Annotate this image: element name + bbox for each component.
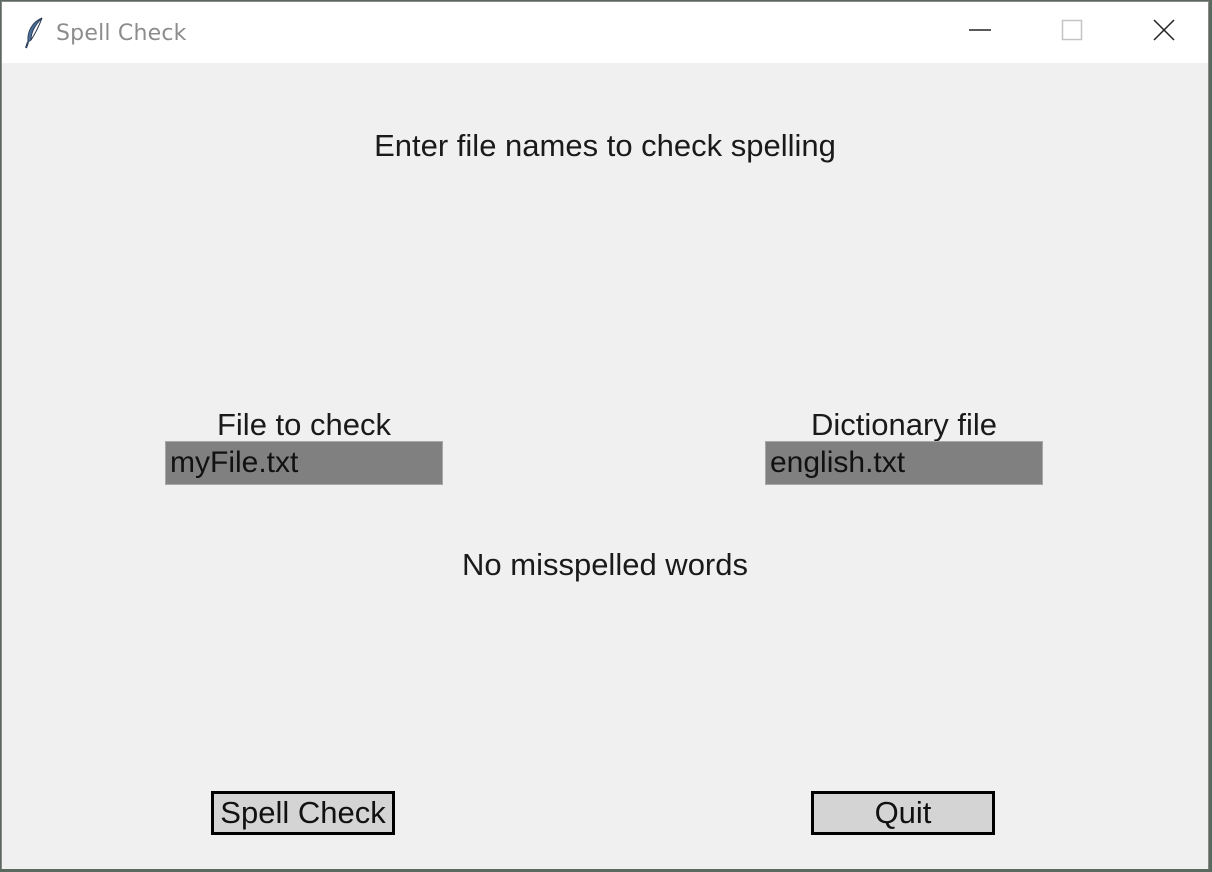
maximize-icon — [1060, 18, 1084, 47]
minimize-icon — [968, 18, 992, 47]
file-to-check-label: File to check — [216, 407, 391, 442]
window-title: Spell Check — [56, 21, 187, 46]
dictionary-file-label: Dictionary file — [810, 407, 998, 442]
minimize-button[interactable] — [934, 2, 1026, 63]
title-bar[interactable]: Spell Check — [2, 2, 1208, 63]
dictionary-file-input[interactable] — [765, 441, 1043, 485]
quit-button[interactable]: Quit — [811, 791, 995, 835]
spell-check-button[interactable]: Spell Check — [211, 791, 395, 835]
close-icon — [1152, 18, 1176, 47]
close-button[interactable] — [1118, 2, 1210, 63]
main-content: Enter file names to check spelling File … — [2, 63, 1208, 869]
app-window: Spell Check Enter file names to check sp… — [1, 1, 1209, 869]
instruction-heading: Enter file names to check spelling — [374, 128, 836, 163]
status-message: No misspelled words — [462, 547, 748, 582]
file-to-check-input[interactable] — [165, 441, 443, 485]
feather-icon — [22, 16, 48, 50]
maximize-button[interactable] — [1026, 2, 1118, 63]
